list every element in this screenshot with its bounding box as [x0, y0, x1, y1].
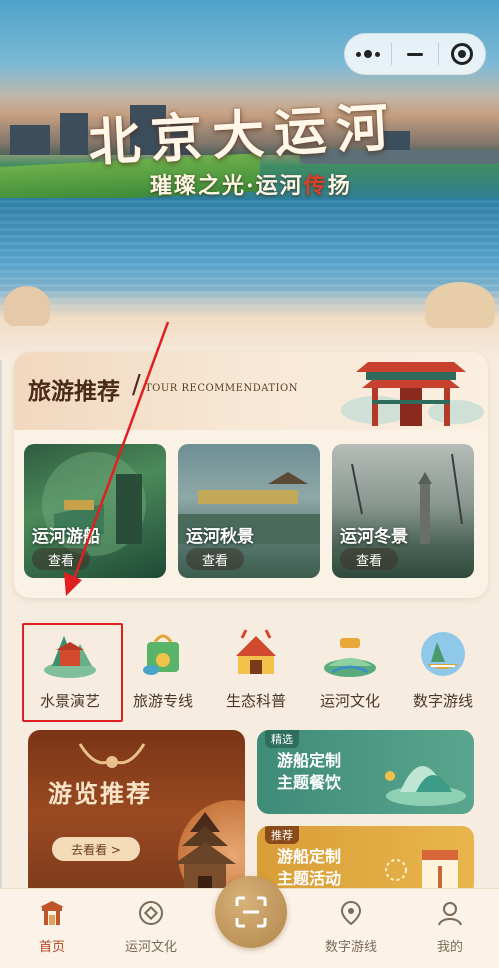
- more-button[interactable]: [345, 34, 391, 74]
- pavilion-icon: [341, 362, 484, 426]
- promo-cruise-dining[interactable]: 精选 游船定制 主题餐饮: [257, 730, 474, 814]
- tag-featured: 精选: [265, 730, 299, 748]
- tour-item-winter[interactable]: 运河冬景 查看: [332, 444, 474, 578]
- mini-program-capsule: [344, 33, 486, 75]
- category-digital-route[interactable]: 数字游线: [393, 620, 493, 720]
- tour-item-label: 运河秋景: [186, 527, 254, 547]
- ecology-gate-icon: [236, 629, 276, 674]
- tour-item-label: 运河冬景: [340, 527, 408, 547]
- cloud-decoration: [4, 286, 50, 326]
- bull-horn-icon: [78, 743, 146, 768]
- map-pin-icon: [340, 900, 362, 926]
- tour-header: 旅游推荐 / TOUR RECOMMENDATION: [14, 352, 488, 430]
- category-label: 旅游专线: [132, 692, 193, 710]
- tab-label: 首页: [38, 940, 65, 955]
- tour-item-autumn[interactable]: 运河秋景 查看: [178, 444, 320, 578]
- culture-landscape-icon: [324, 638, 376, 677]
- scan-icon: [235, 896, 267, 928]
- go-see-button[interactable]: 去看看 >: [52, 837, 140, 861]
- promo-sightseeing[interactable]: 游览推荐 去看看 >: [28, 730, 245, 900]
- promo-title: 游览推荐: [48, 779, 152, 808]
- category-canal-culture[interactable]: 运河文化: [300, 620, 400, 720]
- tab-label: 数字游线: [324, 940, 377, 955]
- section-title: 旅游推荐: [28, 378, 120, 405]
- tab-canal-culture[interactable]: 运河文化: [111, 899, 191, 963]
- minus-icon: [407, 52, 423, 56]
- culture-coin-icon: [139, 901, 163, 925]
- tab-digital-route[interactable]: 数字游线: [311, 899, 391, 963]
- calendar-icon: [385, 850, 458, 896]
- promo-title: 游船定制 主题活动: [277, 847, 342, 888]
- category-label: 数字游线: [412, 692, 473, 710]
- tour-item-canal-cruise[interactable]: 运河游船 查看: [24, 444, 166, 578]
- promo-cruise-activity[interactable]: 推荐 游船定制 主题活动: [257, 826, 474, 896]
- category-ecology[interactable]: 生态科普: [206, 620, 306, 720]
- highlight-box: [22, 623, 123, 722]
- tour-list: 运河游船 查看 运河秋景 查看 运河冬景 查看: [24, 444, 474, 578]
- close-button[interactable]: [439, 34, 485, 74]
- tour-item-label: 运河游船: [32, 527, 100, 547]
- tab-label: 运河文化: [124, 940, 177, 955]
- landscape-icon: [385, 766, 466, 806]
- tab-home[interactable]: 首页: [12, 899, 92, 963]
- user-icon: [438, 902, 462, 926]
- digital-boat-icon: [421, 632, 465, 676]
- tag-recommend: 推荐: [265, 826, 299, 844]
- tab-mine[interactable]: 我的: [410, 899, 490, 963]
- home-gate-icon: [40, 901, 64, 925]
- view-button[interactable]: 查看: [340, 548, 398, 570]
- category-travel-line[interactable]: 旅游专线: [113, 620, 213, 720]
- view-button[interactable]: 查看: [186, 548, 244, 570]
- tab-label: 我的: [436, 940, 463, 955]
- category-label: 生态科普: [225, 692, 286, 710]
- more-dots-icon: [356, 50, 380, 58]
- category-label: 运河文化: [319, 692, 380, 710]
- view-button[interactable]: 查看: [32, 548, 90, 570]
- minimize-button[interactable]: [392, 34, 438, 74]
- scan-button[interactable]: [215, 876, 287, 948]
- hero-subtitle: 璀璨之光·运河传扬: [150, 173, 352, 199]
- target-icon: [451, 43, 473, 65]
- section-subtitle: TOUR RECOMMENDATION: [145, 383, 298, 394]
- cloud-decoration: [425, 282, 495, 328]
- tour-recommendation-card: 旅游推荐 / TOUR RECOMMENDATION 运河游船 查看 运河秋景 …: [14, 352, 488, 598]
- promo-title: 游船定制 主题餐饮: [277, 751, 342, 792]
- travel-bag-icon: [143, 634, 179, 675]
